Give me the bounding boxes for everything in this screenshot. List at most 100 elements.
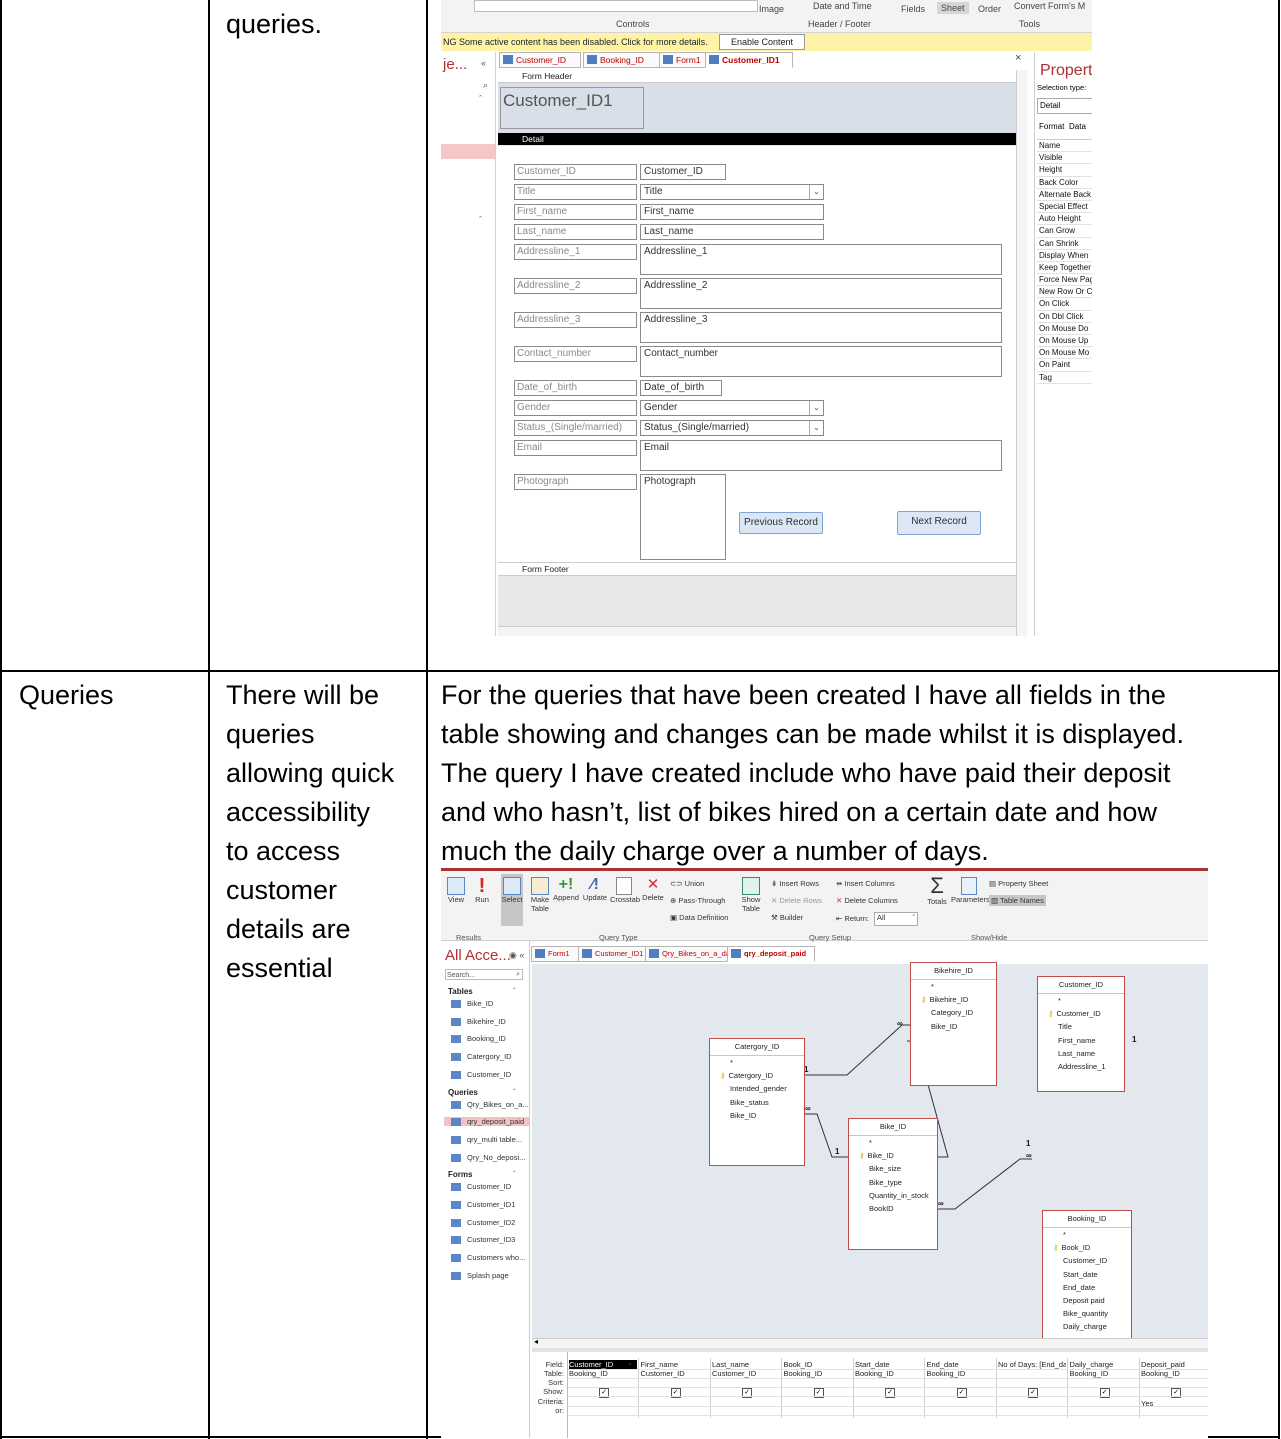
- nav-item[interactable]: Customer_ID2: [451, 1218, 515, 1227]
- collapse-icon[interactable]: ˆ: [513, 987, 516, 996]
- field-label[interactable]: First_name: [514, 204, 637, 220]
- property-row[interactable]: Back Color: [1037, 177, 1092, 189]
- enable-content-button[interactable]: Enable Content: [719, 34, 805, 50]
- crosstab-button[interactable]: Crosstab: [610, 877, 640, 904]
- nav-item[interactable]: Qry_Bikes_on_a...: [451, 1100, 529, 1109]
- field-label[interactable]: Gender: [514, 400, 637, 416]
- insert-columns-button[interactable]: ⇻ Insert Columns: [836, 879, 895, 888]
- field-label[interactable]: Photograph: [514, 474, 637, 490]
- horizontal-scrollbar[interactable]: [498, 626, 1016, 636]
- table-field[interactable]: Title: [1038, 1020, 1124, 1033]
- form-title[interactable]: Customer_ID1: [500, 87, 644, 129]
- nav-item[interactable]: Customer_ID3: [451, 1235, 515, 1245]
- close-icon[interactable]: ×: [1015, 52, 1021, 64]
- collapse-icon[interactable]: ˆ: [513, 1088, 516, 1097]
- return-select[interactable]: All ˇ: [874, 912, 918, 926]
- property-row[interactable]: On Mouse Do: [1037, 323, 1092, 335]
- table-field[interactable]: Quantity_in_stock: [849, 1189, 937, 1202]
- chevron-down-icon[interactable]: ⌄: [809, 421, 823, 435]
- field-control[interactable]: Contact_number: [640, 346, 1002, 377]
- tab-qry-deposit-paid[interactable]: qry_deposit_paid: [727, 946, 815, 962]
- table-title[interactable]: Bikehire_ID: [911, 963, 996, 980]
- make-table-button[interactable]: Make Table: [527, 877, 553, 913]
- table-field[interactable]: Start_date: [1043, 1268, 1131, 1281]
- chevron-down-icon[interactable]: ⌄: [627, 1359, 633, 1367]
- grid-table-cell[interactable]: Booking_ID: [1070, 1369, 1109, 1378]
- nav-item[interactable]: Customer_ID1: [451, 1200, 515, 1210]
- property-row[interactable]: On Dbl Click: [1037, 311, 1092, 323]
- table-field[interactable]: Bike_ID: [710, 1109, 804, 1122]
- field-label[interactable]: Email: [514, 440, 637, 456]
- table-field[interactable]: Addressline_1: [1038, 1060, 1124, 1073]
- grid-field-cell[interactable]: Deposit_paid: [1141, 1360, 1208, 1369]
- property-row[interactable]: Auto Height: [1037, 213, 1092, 226]
- table-names-button[interactable]: ▥ Table Names: [989, 895, 1046, 906]
- table-field[interactable]: Bike_ID: [911, 1020, 996, 1033]
- grid-field-cell[interactable]: End_date: [927, 1360, 995, 1369]
- field-list-table[interactable]: Booking_ID * ⚷ Book_ID Customer_ID Start_date…: [1042, 1210, 1132, 1340]
- search-icon[interactable]: ⌕: [483, 80, 488, 91]
- field-label[interactable]: Title: [514, 184, 637, 200]
- grid-table-cell[interactable]: Customer_ID: [641, 1369, 685, 1378]
- nav-menu-icon[interactable]: ◉ «: [509, 950, 524, 961]
- nav-item[interactable]: Splash page: [451, 1271, 509, 1280]
- field-label[interactable]: Date_of_birth: [514, 380, 637, 396]
- property-row[interactable]: Special Effect: [1037, 201, 1092, 214]
- property-sheet-button[interactable]: ▤ Property Sheet: [989, 879, 1048, 888]
- table-field[interactable]: *: [911, 980, 996, 993]
- table-field[interactable]: Bike_status: [710, 1096, 804, 1109]
- table-field[interactable]: ⚷ Catergory_ID: [710, 1069, 804, 1082]
- tab-customer-id[interactable]: Customer_ID: [499, 52, 581, 68]
- field-label[interactable]: Addressline_3: [514, 312, 637, 328]
- run-button[interactable]: ! Run: [471, 876, 493, 904]
- field-label[interactable]: Last_name: [514, 224, 637, 240]
- table-field[interactable]: *: [1043, 1228, 1131, 1241]
- table-field[interactable]: Last_name: [1038, 1047, 1124, 1060]
- field-list-table[interactable]: Customer_ID * ⚷ Customer_ID Title First_name L…: [1037, 976, 1125, 1092]
- table-title[interactable]: Customer_ID: [1038, 977, 1124, 994]
- totals-button[interactable]: Σ Totals: [925, 875, 949, 907]
- grid-table-cell[interactable]: Booking_ID: [927, 1369, 966, 1378]
- field-control[interactable]: Addressline_1: [640, 244, 1002, 275]
- tab-customer-id1[interactable]: Customer_ID1: [705, 52, 793, 68]
- view-button[interactable]: View: [445, 877, 467, 904]
- field-label[interactable]: Addressline_1: [514, 244, 637, 260]
- fields-button[interactable]: Fields: [901, 4, 925, 14]
- table-field[interactable]: BookID: [849, 1202, 937, 1215]
- field-control[interactable]: Addressline_2: [640, 278, 1002, 309]
- property-row[interactable]: Can Grow: [1037, 225, 1092, 238]
- tab-data[interactable]: Data: [1069, 122, 1086, 131]
- field-control[interactable]: Date_of_birth: [640, 380, 722, 396]
- detail-bar[interactable]: Detail: [498, 133, 1016, 145]
- collapse-icon[interactable]: ˆ: [479, 94, 482, 104]
- field-control[interactable]: Status_(Single/married) ⌄: [640, 420, 824, 436]
- next-record-button[interactable]: Next Record: [897, 511, 981, 535]
- nav-section-header[interactable]: Queries: [448, 1088, 478, 1097]
- table-field[interactable]: ⚷ Customer_ID: [1038, 1007, 1124, 1020]
- nav-chevron-icon[interactable]: «: [481, 58, 486, 68]
- property-row[interactable]: Display When: [1037, 250, 1092, 262]
- field-control[interactable]: Photograph: [640, 474, 726, 560]
- property-row[interactable]: Can Shrink: [1037, 238, 1092, 250]
- field-control[interactable]: Last_name: [640, 224, 824, 240]
- field-control[interactable]: Customer_ID: [640, 164, 726, 180]
- table-title[interactable]: Bike_ID: [849, 1119, 937, 1136]
- table-field[interactable]: End_date: [1043, 1281, 1131, 1294]
- nav-item[interactable]: Booking_ID: [451, 1034, 506, 1044]
- table-field[interactable]: ⚷ Book_ID: [1043, 1241, 1131, 1254]
- nav-pane-title[interactable]: je...: [443, 56, 467, 73]
- grid-field-cell[interactable]: Start_date: [855, 1360, 923, 1369]
- table-field[interactable]: Bike_size: [849, 1162, 937, 1175]
- chevron-down-icon[interactable]: ⌄: [809, 401, 823, 415]
- nav-item[interactable]: qry_multi table...: [451, 1135, 522, 1144]
- property-row[interactable]: On Mouse Up: [1037, 335, 1092, 348]
- sheet-button[interactable]: Sheet: [937, 2, 969, 14]
- tab-format[interactable]: Format: [1039, 122, 1064, 131]
- nav-item[interactable]: Customer_ID: [451, 1070, 511, 1079]
- tab-booking-id[interactable]: Booking_ID: [583, 52, 661, 68]
- table-field[interactable]: Deposit paid: [1043, 1294, 1131, 1307]
- nav-item[interactable]: qry_deposit_paid: [444, 1117, 529, 1127]
- property-row[interactable]: Height: [1037, 164, 1092, 177]
- property-row[interactable]: Visible: [1037, 152, 1092, 165]
- collapse-icon[interactable]: ˆ: [513, 1170, 516, 1179]
